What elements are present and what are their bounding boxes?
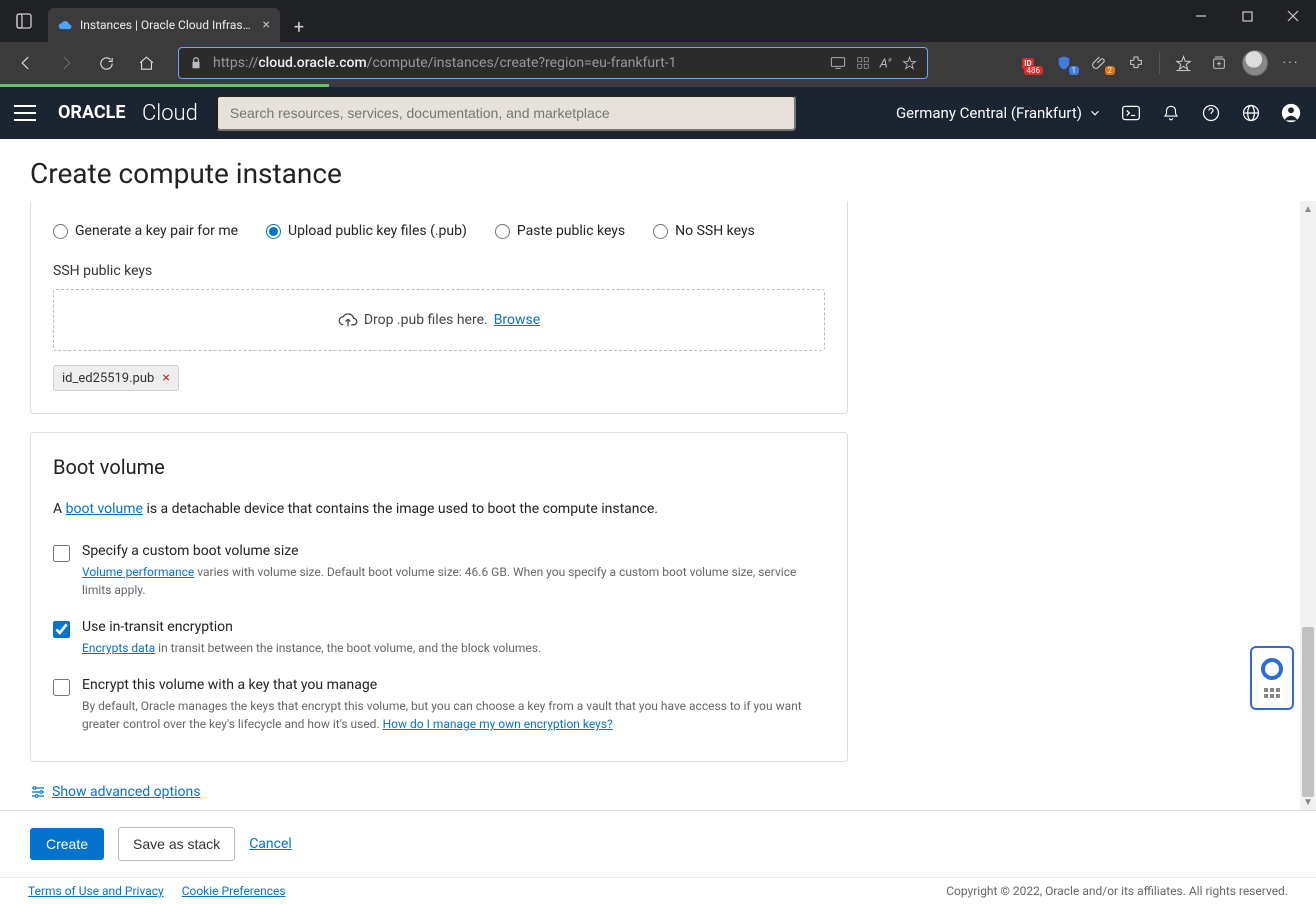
ssh-key-source-radios: Generate a key pair for me Upload public… (53, 223, 825, 239)
region-selector[interactable]: Germany Central (Frankfurt) (896, 104, 1102, 122)
ext-id-icon[interactable]: ID 486 (1011, 47, 1045, 79)
nav-back-button[interactable] (8, 47, 44, 79)
cloud-shell-button[interactable] (1120, 102, 1142, 124)
radio-upload-key[interactable]: Upload public key files (.pub) (266, 223, 467, 239)
terms-link[interactable]: Terms of Use and Privacy (28, 884, 164, 898)
browser-tab-strip: Instances | Oracle Cloud Infrastr… × + (0, 0, 1316, 42)
notifications-button[interactable] (1160, 102, 1182, 124)
ext-badge: 486 (1024, 66, 1044, 75)
upload-icon (338, 312, 358, 328)
profile-avatar[interactable] (1238, 47, 1272, 79)
radio-no-ssh[interactable]: No SSH keys (653, 223, 755, 239)
checkbox-in-transit[interactable] (53, 621, 70, 638)
save-as-stack-button[interactable]: Save as stack (118, 827, 235, 861)
boot-volume-heading: Boot volume (53, 455, 825, 479)
favorite-icon[interactable] (902, 56, 917, 71)
encrypts-data-link[interactable]: Encrypts data (82, 641, 155, 655)
grid-icon[interactable] (856, 56, 870, 70)
toolbar-divider (1159, 52, 1160, 74)
chevron-down-icon (1088, 106, 1102, 120)
cancel-link[interactable]: Cancel (249, 836, 292, 852)
window-maximize-button[interactable] (1224, 0, 1270, 32)
ssh-keys-card: Generate a key pair for me Upload public… (30, 201, 848, 414)
scroll-down-button[interactable]: ▼ (1300, 794, 1316, 810)
action-bar: Create Save as stack Cancel (0, 810, 1316, 877)
boot-volume-card: Boot volume A boot volume is a detachabl… (30, 432, 848, 762)
favorites-button[interactable] (1166, 47, 1200, 79)
lock-icon (189, 56, 203, 70)
page-title: Create compute instance (30, 157, 1286, 190)
ext-shield-icon[interactable]: 1 (1047, 47, 1081, 79)
lifebuoy-icon (1261, 658, 1283, 680)
content-scrollbar[interactable]: ▲ ▼ (1300, 201, 1316, 810)
nav-reload-button[interactable] (88, 47, 124, 79)
boot-volume-description: A boot volume is a detachable device tha… (53, 501, 825, 517)
ssh-key-dropzone[interactable]: Drop .pub files here. Browse (53, 289, 825, 351)
window-controls (1178, 0, 1316, 32)
oracle-cloud-logo[interactable]: ORACLE Cloud (58, 101, 198, 126)
collections-button[interactable] (1202, 47, 1236, 79)
opt-custom-size: Specify a custom boot volume size Volume… (53, 543, 825, 599)
create-button[interactable]: Create (30, 828, 104, 860)
cloud-icon (58, 18, 72, 32)
show-advanced-options-link[interactable]: Show advanced options (30, 784, 200, 800)
browser-toolbar: https://cloud.oracle.com/compute/instanc… (0, 42, 1316, 84)
tab-close-button[interactable]: × (263, 17, 270, 33)
scroll-up-button[interactable]: ▲ (1300, 201, 1316, 217)
copyright-text: Copyright © 2022, Oracle and/or its affi… (946, 884, 1288, 898)
extensions-button[interactable] (1119, 47, 1153, 79)
user-menu-button[interactable] (1280, 102, 1302, 124)
cookie-prefs-link[interactable]: Cookie Preferences (182, 884, 286, 898)
opt-in-transit-encryption: Use in-transit encryption Encrypts data … (53, 619, 825, 657)
language-button[interactable] (1240, 102, 1262, 124)
nav-home-button[interactable] (128, 47, 164, 79)
help-button[interactable] (1200, 102, 1222, 124)
ssh-keys-label: SSH public keys (53, 263, 825, 279)
radio-generate-key[interactable]: Generate a key pair for me (53, 223, 238, 239)
grip-icon (1264, 688, 1280, 698)
read-aloud-icon[interactable]: A» (880, 55, 892, 71)
address-url: https://cloud.oracle.com/compute/instanc… (213, 55, 820, 71)
page-title-bar: Create compute instance (0, 139, 1316, 200)
manage-keys-link[interactable]: How do I manage my own encryption keys? (383, 717, 613, 731)
desktop-icon[interactable] (830, 56, 846, 70)
scroll-thumb[interactable] (1302, 627, 1314, 797)
checkbox-custom-size[interactable] (53, 545, 70, 562)
tab-title: Instances | Oracle Cloud Infrastr… (80, 18, 255, 32)
volume-performance-link[interactable]: Volume performance (82, 565, 194, 579)
opt-byok: Encrypt this volume with a key that you … (53, 677, 825, 733)
ext-badge: 1 (1069, 66, 1080, 75)
remove-file-button[interactable]: × (162, 370, 169, 386)
legal-footer: Terms of Use and Privacy Cookie Preferen… (0, 877, 1316, 904)
nav-menu-button[interactable] (14, 100, 40, 126)
window-close-button[interactable] (1270, 0, 1316, 32)
ext-clip-icon[interactable]: 2 (1083, 47, 1117, 79)
checkbox-byok[interactable] (53, 679, 70, 696)
window-minimize-button[interactable] (1178, 0, 1224, 32)
new-tab-button[interactable]: + (284, 12, 314, 42)
boot-volume-link[interactable]: boot volume (66, 501, 143, 517)
browser-tab-active[interactable]: Instances | Oracle Cloud Infrastr… × (48, 8, 280, 42)
sliders-icon (30, 785, 46, 799)
browse-link[interactable]: Browse (494, 312, 540, 328)
oci-header: ORACLE Cloud Germany Central (Frankfurt) (0, 87, 1316, 139)
radio-paste-key[interactable]: Paste public keys (495, 223, 625, 239)
ext-badge: 2 (1105, 66, 1116, 75)
tab-actions-button[interactable] (0, 0, 48, 42)
help-widget[interactable] (1250, 646, 1294, 710)
uploaded-file-chip: id_ed25519.pub × (53, 365, 179, 391)
browser-menu-button[interactable]: ··· (1274, 47, 1308, 79)
address-bar[interactable]: https://cloud.oracle.com/compute/instanc… (178, 47, 928, 79)
global-search-input[interactable] (216, 95, 796, 131)
nav-forward-button[interactable] (48, 47, 84, 79)
